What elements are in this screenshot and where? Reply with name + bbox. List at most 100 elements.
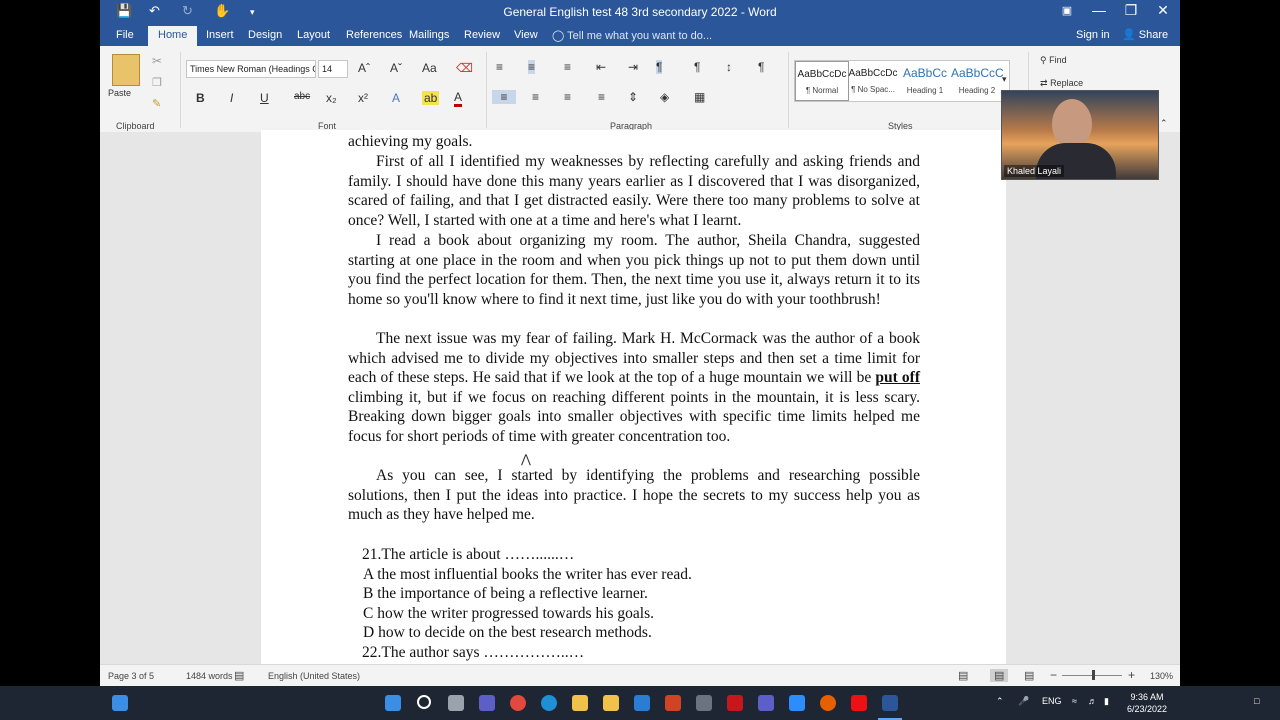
- chevron-up-icon[interactable]: ⌃: [996, 696, 1004, 707]
- share-button[interactable]: 👤 Share: [1122, 28, 1168, 41]
- numbering-icon[interactable]: ≡: [528, 60, 536, 74]
- chrome-icon[interactable]: [510, 695, 526, 711]
- align-center-icon[interactable]: ≡: [532, 90, 539, 104]
- subscript-icon[interactable]: x₂: [326, 91, 337, 105]
- show-marks-icon[interactable]: ¶: [758, 60, 764, 74]
- sign-in-link[interactable]: Sign in: [1076, 29, 1110, 41]
- tab-references[interactable]: References: [346, 29, 402, 41]
- teams-chat-icon[interactable]: [479, 695, 495, 711]
- clear-formatting-icon[interactable]: ⌫: [456, 61, 473, 75]
- replace-button[interactable]: ⇄ Replace: [1040, 78, 1083, 89]
- search-icon: ⚲: [1040, 55, 1047, 65]
- collapse-ribbon-icon[interactable]: ⌃: [1160, 118, 1168, 129]
- font-family-select[interactable]: Times New Roman (Headings C:: [186, 60, 316, 78]
- web-layout-icon[interactable]: ▤: [1024, 669, 1034, 682]
- microphone-icon[interactable]: 🎤: [1018, 696, 1029, 707]
- close-button[interactable]: ✕: [1148, 2, 1178, 19]
- decrease-indent-icon[interactable]: ⇤: [596, 60, 606, 74]
- print-layout-icon[interactable]: ▤: [990, 669, 1009, 682]
- strikethrough-icon[interactable]: abc: [294, 91, 310, 102]
- superscript-icon[interactable]: x²: [358, 91, 368, 105]
- firefox-icon[interactable]: [820, 695, 836, 711]
- language-indicator[interactable]: English (United States): [268, 671, 360, 681]
- tab-mailings[interactable]: Mailings: [409, 29, 449, 41]
- style-normal[interactable]: AaBbCcDc ¶ Normal: [795, 61, 849, 101]
- shading-icon[interactable]: ◈: [660, 90, 669, 104]
- teams-icon[interactable]: [758, 695, 774, 711]
- word-count[interactable]: 1484 words: [186, 671, 233, 681]
- word-icon[interactable]: [882, 695, 898, 711]
- windows-icon[interactable]: [385, 695, 401, 711]
- change-case-icon[interactable]: Aa: [422, 61, 437, 75]
- text-effects-icon[interactable]: A: [392, 91, 400, 105]
- ribbon-display-icon[interactable]: ▣: [1052, 4, 1082, 17]
- justify-icon[interactable]: ≡: [598, 90, 605, 104]
- edge-icon[interactable]: [541, 695, 557, 711]
- file-explorer-icon[interactable]: [572, 695, 588, 711]
- copy-icon[interactable]: ❐: [152, 76, 162, 89]
- input-language[interactable]: ENG: [1042, 696, 1062, 706]
- tab-insert[interactable]: Insert: [206, 29, 234, 41]
- start-icon[interactable]: [112, 695, 128, 711]
- tab-home[interactable]: Home: [148, 26, 198, 47]
- tab-file[interactable]: File: [116, 29, 134, 41]
- multilevel-list-icon[interactable]: ≡: [564, 60, 571, 74]
- zoom-app-icon[interactable]: [789, 695, 805, 711]
- format-painter-icon[interactable]: ✎: [152, 97, 161, 110]
- read-mode-icon[interactable]: ▤: [958, 669, 968, 682]
- search-icon[interactable]: [417, 695, 431, 709]
- style-heading-2[interactable]: AaBbCcC Heading 2: [951, 61, 1004, 99]
- increase-indent-icon[interactable]: ⇥: [628, 60, 638, 74]
- shrink-font-icon[interactable]: Aˇ: [390, 61, 402, 75]
- ltr-icon[interactable]: ¶: [656, 60, 663, 74]
- grow-font-icon[interactable]: Aˆ: [358, 61, 370, 75]
- line-spacing-icon[interactable]: ⇕: [628, 90, 638, 104]
- align-left-icon[interactable]: ≡: [492, 90, 516, 104]
- highlight-icon[interactable]: ab: [422, 91, 440, 105]
- styles-more-icon[interactable]: ▾: [1002, 74, 1007, 85]
- camera-icon[interactable]: [696, 695, 712, 711]
- align-right-icon[interactable]: ≡: [564, 90, 571, 104]
- notifications-icon[interactable]: □: [1254, 696, 1259, 706]
- tell-me-search[interactable]: ◯ Tell me what you want to do...: [552, 29, 712, 42]
- style-heading-1[interactable]: AaBbCc Heading 1: [899, 61, 951, 99]
- tab-design[interactable]: Design: [248, 29, 282, 41]
- wifi-icon[interactable]: ≈: [1072, 696, 1077, 706]
- battery-icon[interactable]: ▮: [1104, 696, 1109, 707]
- sort-icon[interactable]: ↕: [726, 60, 732, 74]
- tab-review[interactable]: Review: [464, 29, 500, 41]
- document-area[interactable]: achieving my goals. First of all I ident…: [100, 130, 1180, 670]
- page-indicator[interactable]: Page 3 of 5: [108, 671, 154, 681]
- volume-icon[interactable]: ♬: [1088, 696, 1097, 706]
- powerpoint-icon[interactable]: [665, 695, 681, 711]
- restore-button[interactable]: ❐: [1116, 2, 1146, 19]
- store-icon[interactable]: [603, 695, 619, 711]
- find-button[interactable]: ⚲ Find: [1040, 55, 1067, 66]
- zoom-slider-thumb[interactable]: [1092, 670, 1095, 680]
- rtl-icon[interactable]: ¶: [694, 60, 700, 74]
- paste-button[interactable]: Paste: [108, 88, 131, 98]
- clock[interactable]: 9:36 AM 6/23/2022: [1122, 691, 1172, 715]
- font-color-icon[interactable]: A: [454, 91, 463, 107]
- bullets-icon[interactable]: ≡: [496, 60, 503, 74]
- document-page[interactable]: achieving my goals. First of all I ident…: [261, 130, 1006, 670]
- zoom-out-icon[interactable]: −: [1050, 668, 1057, 682]
- cut-icon[interactable]: ✂: [152, 54, 162, 68]
- style-no-spacing[interactable]: AaBbCcDc ¶ No Spac...: [847, 61, 899, 99]
- tab-view[interactable]: View: [514, 29, 538, 41]
- font-size-select[interactable]: 14: [318, 60, 348, 78]
- zoom-in-icon[interactable]: +: [1128, 668, 1135, 682]
- tab-layout[interactable]: Layout: [297, 29, 330, 41]
- underline-icon[interactable]: U: [260, 91, 269, 105]
- mail-icon[interactable]: [634, 695, 650, 711]
- divider: [180, 52, 181, 128]
- borders-icon[interactable]: ▦: [694, 90, 705, 104]
- youtube-icon[interactable]: [851, 695, 867, 711]
- proofing-icon[interactable]: ▤: [234, 669, 244, 682]
- zoom-level[interactable]: 130%: [1150, 671, 1173, 681]
- bold-icon[interactable]: B: [196, 91, 205, 105]
- italic-icon[interactable]: I: [230, 91, 233, 105]
- minimize-button[interactable]: —: [1084, 2, 1114, 18]
- acrobat-icon[interactable]: [727, 695, 743, 711]
- task-view-icon[interactable]: [448, 695, 464, 711]
